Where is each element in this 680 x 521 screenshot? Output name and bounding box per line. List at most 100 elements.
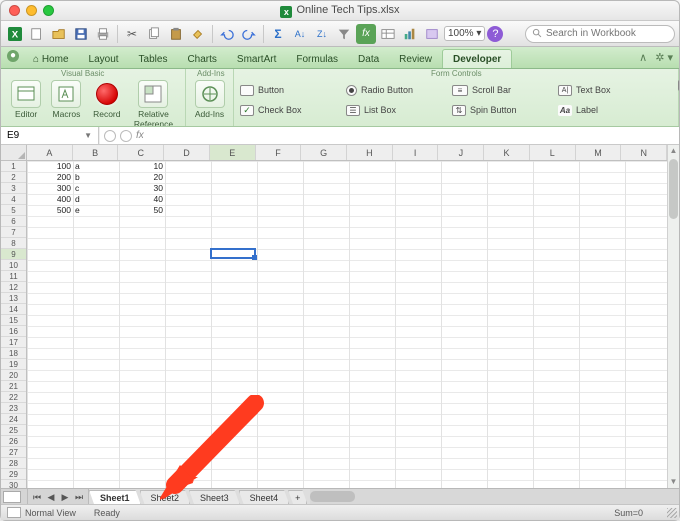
column-header[interactable]: F [256, 145, 302, 160]
undo-icon[interactable] [217, 24, 237, 44]
show-formulas-icon[interactable] [378, 24, 398, 44]
vb-record-button[interactable]: Record [88, 80, 126, 119]
row-header[interactable]: 16 [1, 326, 26, 337]
row-header[interactable]: 4 [1, 194, 26, 205]
vb-editor-button[interactable]: Editor [7, 80, 45, 119]
cell[interactable]: 50 [119, 205, 165, 216]
new-workbook-icon[interactable] [27, 24, 47, 44]
row-header[interactable]: 17 [1, 337, 26, 348]
ribbon-tab-data[interactable]: Data [348, 50, 389, 68]
resize-grip-icon[interactable] [667, 508, 677, 518]
fc-spin-button[interactable]: ⇅Spin Button [452, 101, 552, 119]
search-input[interactable] [546, 28, 668, 39]
row-header[interactable]: 19 [1, 359, 26, 370]
row-header[interactable]: 25 [1, 425, 26, 436]
formula-bar[interactable]: fx [99, 127, 679, 144]
column-header[interactable]: N [621, 145, 667, 160]
column-header[interactable]: M [576, 145, 622, 160]
ribbon-tab-tables[interactable]: Tables [129, 50, 178, 68]
autosum-icon[interactable]: Σ [268, 24, 288, 44]
ribbon-tab-smartart[interactable]: SmartArt [227, 50, 286, 68]
fx-icon[interactable]: fx [136, 130, 144, 141]
row-header[interactable]: 22 [1, 392, 26, 403]
cell[interactable]: c [73, 183, 119, 194]
ribbon-settings-icon[interactable]: ✲ ▾ [655, 51, 673, 64]
copy-icon[interactable] [144, 24, 164, 44]
cell[interactable]: 10 [119, 161, 165, 172]
row-header[interactable]: 9 [1, 249, 26, 260]
sheet-nav-next-icon[interactable]: ▶ [58, 490, 72, 504]
add-sheet-button[interactable]: + [288, 490, 307, 504]
fc-radio-button[interactable]: Radio Button [346, 81, 446, 99]
sheet-nav-first-icon[interactable]: ⏮ [30, 490, 44, 504]
cell[interactable]: 20 [119, 172, 165, 183]
vb-macros-button[interactable]: Macros [47, 80, 85, 119]
sheet-tab[interactable]: Sheet4 [239, 490, 290, 504]
row-header[interactable]: 13 [1, 293, 26, 304]
redo-icon[interactable] [239, 24, 259, 44]
cell[interactable]: d [73, 194, 119, 205]
cell[interactable]: 200 [27, 172, 73, 183]
ribbon-collapse-icon[interactable]: ● [7, 50, 19, 62]
ribbon-tab-layout[interactable]: Layout [79, 50, 129, 68]
fc-list-box[interactable]: ☰List Box [346, 101, 446, 119]
cell[interactable]: 100 [27, 161, 73, 172]
cell[interactable]: e [73, 205, 119, 216]
row-header[interactable]: 18 [1, 348, 26, 359]
row-header[interactable]: 11 [1, 271, 26, 282]
name-box[interactable]: E9▼ [1, 127, 99, 144]
column-header[interactable]: K [484, 145, 530, 160]
scroll-down-arrow-icon[interactable]: ▼ [668, 476, 679, 488]
row-header[interactable]: 21 [1, 381, 26, 392]
fc-group-box[interactable]: Group Box [678, 80, 679, 91]
vb-relative-reference-button[interactable]: Relative Reference [128, 80, 179, 127]
column-header[interactable]: A [27, 145, 73, 160]
addins-button[interactable]: Add-Ins [192, 80, 227, 119]
column-header[interactable]: G [301, 145, 347, 160]
chart-icon[interactable] [400, 24, 420, 44]
row-header[interactable]: 26 [1, 436, 26, 447]
fx-toggle-icon[interactable]: fx [356, 24, 376, 44]
sort-desc-icon[interactable]: Z↓ [312, 24, 332, 44]
column-header[interactable]: B [73, 145, 119, 160]
column-header[interactable]: J [438, 145, 484, 160]
fc-text-box[interactable]: A|Text Box [558, 81, 658, 99]
column-header[interactable]: C [118, 145, 164, 160]
zoom-level[interactable]: 100% ▾ [444, 26, 485, 41]
cell[interactable]: 40 [119, 194, 165, 205]
column-header[interactable]: D [164, 145, 210, 160]
ribbon-tab-developer[interactable]: Developer [442, 49, 512, 68]
row-header[interactable]: 10 [1, 260, 26, 271]
row-header[interactable]: 1 [1, 161, 26, 172]
row-header[interactable]: 15 [1, 315, 26, 326]
print-icon[interactable] [93, 24, 113, 44]
ribbon-tab-formulas[interactable]: Formulas [286, 50, 348, 68]
row-header[interactable]: 3 [1, 183, 26, 194]
column-header[interactable]: E [210, 145, 256, 160]
format-painter-icon[interactable] [188, 24, 208, 44]
sheet-nav-last-icon[interactable]: ⏭ [72, 490, 86, 504]
hscroll-thumb[interactable] [310, 491, 355, 502]
quick-layout-icon[interactable] [3, 491, 21, 503]
row-header[interactable]: 6 [1, 216, 26, 227]
vertical-scrollbar[interactable]: ▲ ▼ [667, 145, 679, 488]
sheet-tab[interactable]: Sheet2 [140, 490, 191, 504]
filter-icon[interactable] [334, 24, 354, 44]
spreadsheet-grid[interactable]: ABCDEFGHIJKLMN 1234567891011121314151617… [1, 145, 679, 488]
row-header[interactable]: 20 [1, 370, 26, 381]
row-header[interactable]: 12 [1, 282, 26, 293]
ribbon-tab-charts[interactable]: Charts [177, 50, 226, 68]
sheet-nav-prev-icon[interactable]: ◀ [44, 490, 58, 504]
cell[interactable]: 30 [119, 183, 165, 194]
ribbon-tab-home[interactable]: Home [23, 50, 79, 68]
cut-icon[interactable]: ✂ [122, 24, 142, 44]
row-header[interactable]: 2 [1, 172, 26, 183]
cell[interactable]: a [73, 161, 119, 172]
workbook-search[interactable] [525, 25, 675, 43]
column-header[interactable]: H [347, 145, 393, 160]
cell[interactable]: 300 [27, 183, 73, 194]
accept-formula-icon[interactable] [120, 130, 132, 142]
normal-view-icon[interactable] [7, 507, 21, 518]
row-header[interactable]: 5 [1, 205, 26, 216]
ribbon-tab-review[interactable]: Review [389, 50, 442, 68]
